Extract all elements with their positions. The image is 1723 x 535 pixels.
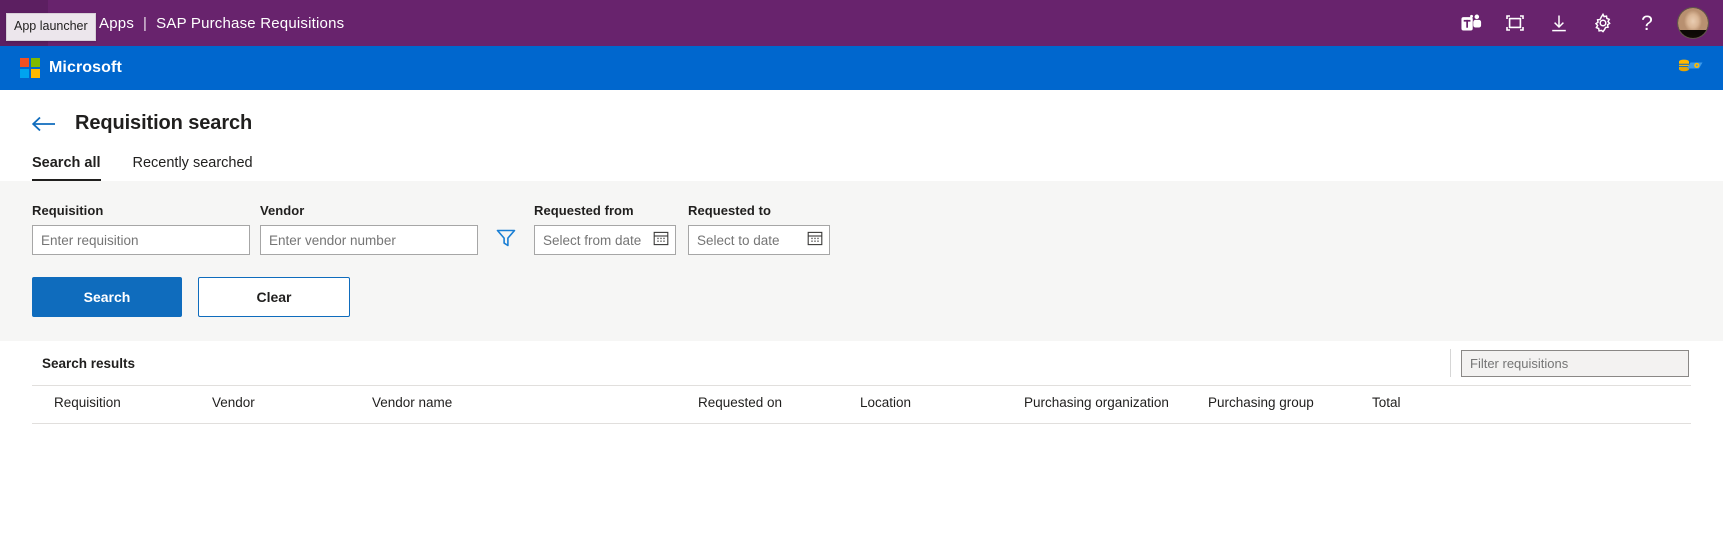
column-header-vendor[interactable]: Vendor: [212, 385, 372, 424]
app-title: SAP Purchase Requisitions: [156, 14, 345, 32]
search-results-table: Requisition Vendor Vendor name Requested…: [32, 385, 1691, 424]
download-button[interactable]: [1537, 0, 1581, 46]
column-header-purchasing-group[interactable]: Purchasing group: [1208, 385, 1372, 424]
screen-capture-icon: [1505, 14, 1525, 32]
requested-to-field-group: Requested to: [688, 203, 830, 255]
tab-search-all[interactable]: Search all: [32, 155, 101, 181]
microsoft-logo[interactable]: Microsoft: [20, 58, 122, 78]
requisition-label: Requisition: [32, 203, 104, 218]
suite-actions: ?: [1449, 0, 1723, 46]
requisition-input[interactable]: [32, 225, 250, 255]
help-icon: ?: [1641, 11, 1653, 35]
advanced-filter-button[interactable]: [478, 225, 534, 255]
page-title: Requisition search: [75, 112, 253, 134]
page-header: Requisition search: [0, 90, 1723, 135]
requested-from-field-group: Requested from: [534, 203, 676, 255]
requested-from-label: Requested from: [534, 203, 634, 218]
avatar[interactable]: [1677, 7, 1709, 39]
search-panel: Requisition Vendor Requested from: [0, 181, 1723, 341]
table-empty-area: [32, 424, 1691, 524]
app-launcher-tooltip: App launcher: [6, 13, 96, 41]
tab-list: Search all Recently searched: [0, 135, 1723, 181]
requested-from-calendar-button[interactable]: [647, 226, 675, 254]
search-actions: Search Clear: [32, 277, 1723, 317]
column-header-vendor-name[interactable]: Vendor name: [372, 385, 698, 424]
screen-capture-button[interactable]: [1493, 0, 1537, 46]
suite-bar: Power Apps|SAP Purchase Requisitions App…: [0, 0, 1723, 46]
microsoft-bar: Microsoft: [0, 46, 1723, 90]
clear-button[interactable]: Clear: [198, 277, 350, 317]
microsoft-bar-actions: [1675, 57, 1705, 80]
calendar-icon: [807, 230, 823, 251]
suite-separator: |: [143, 14, 148, 32]
column-header-location[interactable]: Location: [860, 385, 1024, 424]
help-button[interactable]: ?: [1625, 0, 1669, 46]
microsoft-logo-icon: [20, 58, 40, 78]
vendor-label: Vendor: [260, 203, 305, 218]
table-header: Requisition Vendor Vendor name Requested…: [32, 385, 1691, 424]
column-header-purchasing-organization[interactable]: Purchasing organization: [1024, 385, 1208, 424]
requested-to-label: Requested to: [688, 203, 771, 218]
avatar-shoulders: [1678, 30, 1708, 38]
toolbar-divider: [1450, 349, 1451, 377]
search-results-title: Search results: [42, 355, 136, 371]
search-fields-row: Requisition Vendor Requested from: [32, 203, 1723, 255]
filter-requisitions-input[interactable]: [1461, 349, 1689, 377]
column-header-requisition[interactable]: Requisition: [32, 385, 212, 424]
microsoft-logo-text: Microsoft: [49, 59, 122, 76]
column-header-total[interactable]: Total: [1372, 385, 1691, 424]
vendor-field-group: Vendor: [260, 203, 478, 255]
requisition-field-group: Requisition: [32, 203, 250, 255]
column-header-requested-on[interactable]: Requested on: [698, 385, 860, 424]
teams-button[interactable]: [1449, 0, 1493, 46]
settings-button[interactable]: [1581, 0, 1625, 46]
filter-requisitions-group: [1450, 341, 1691, 385]
back-arrow-icon[interactable]: [32, 116, 56, 132]
requested-to-calendar-button[interactable]: [801, 226, 829, 254]
search-results-card: Search results Requisition Vendor Vendor…: [32, 341, 1691, 524]
download-icon: [1550, 14, 1568, 33]
table-header-row: Requisition Vendor Vendor name Requested…: [32, 385, 1691, 424]
search-results-header: Search results: [32, 341, 1691, 385]
tab-recently-searched[interactable]: Recently searched: [133, 155, 253, 180]
search-button[interactable]: Search: [32, 277, 182, 317]
data-source-icon[interactable]: [1675, 57, 1705, 80]
gear-icon: [1593, 13, 1613, 33]
vendor-input[interactable]: [260, 225, 478, 255]
filter-funnel-icon: [495, 227, 517, 254]
calendar-icon: [653, 230, 669, 251]
teams-icon: [1460, 13, 1482, 33]
